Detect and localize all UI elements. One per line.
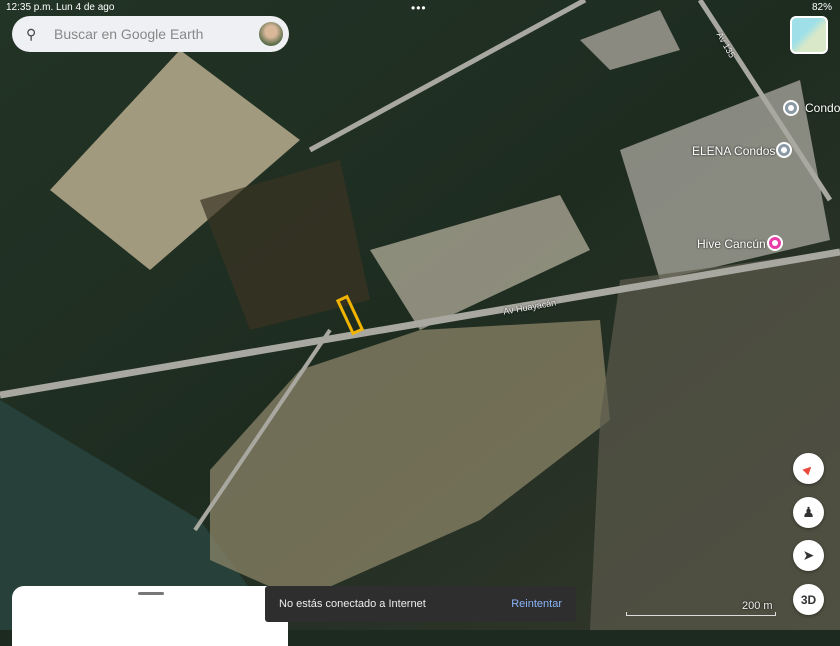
place-label-elena-condos[interactable]: ELENA Condos (692, 144, 775, 158)
search-input[interactable] (54, 26, 244, 42)
offline-toast: No estás conectado a Internet Reintentar (265, 586, 576, 622)
search-bar[interactable]: ⚲ (12, 16, 289, 52)
place-pin-icon[interactable] (783, 100, 799, 116)
compass-button[interactable]: ▲ (793, 453, 824, 484)
toast-message: No estás conectado a Internet (279, 598, 426, 610)
pegman-icon: ♟ (802, 504, 815, 520)
map-style-thumbnail[interactable] (790, 16, 828, 54)
my-location-button[interactable]: ➤ (793, 540, 824, 571)
search-icon: ⚲ (26, 25, 37, 42)
sheet-drag-handle[interactable] (138, 592, 164, 595)
scale-bar (626, 612, 776, 616)
compass-icon: ▲ (797, 457, 820, 480)
place-label-hive-cancun[interactable]: Hive Cancún (697, 237, 766, 251)
place-label-condo[interactable]: Condo (805, 101, 840, 115)
battery-indicator: 82% (811, 2, 832, 13)
avatar[interactable] (259, 22, 283, 46)
location-arrow-icon: ➤ (802, 547, 815, 563)
street-view-button[interactable]: ♟ (793, 497, 824, 528)
retry-button[interactable]: Reintentar (511, 598, 562, 610)
bottom-sheet[interactable] (12, 586, 288, 646)
place-pin-icon[interactable] (776, 142, 792, 158)
multitasking-dots[interactable]: ••• (411, 1, 427, 15)
status-time-date: 12:35 p.m. Lun 4 de ago (6, 2, 115, 13)
satellite-map[interactable] (0, 0, 840, 630)
scale-label: 200 m (742, 600, 773, 612)
hotel-pin-icon[interactable] (767, 235, 783, 251)
3d-toggle-button[interactable]: 3D (793, 584, 824, 615)
